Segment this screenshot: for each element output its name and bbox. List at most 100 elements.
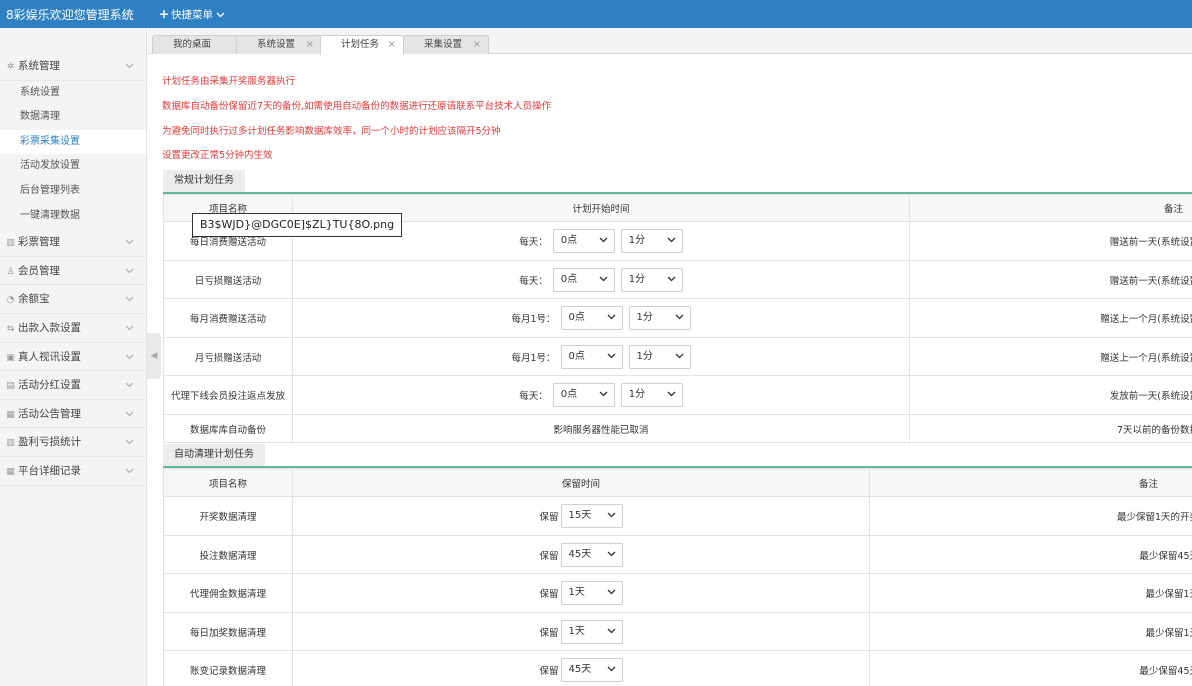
chevron-down-icon	[607, 307, 616, 329]
table-row: 每月消费赠送活动 每月1号： 0点 1分 赠送上一个月(系统设置	[163, 298, 1192, 338]
tab-label: 系统设置	[257, 39, 296, 50]
retention-select[interactable]: 45天	[560, 542, 623, 567]
tab-collect-settings[interactable]: 采集设置 ×	[403, 35, 489, 54]
minute-select[interactable]: 1分	[620, 383, 683, 407]
sidebar-group-label: 彩票管理	[18, 236, 60, 249]
task-note: 最少保留1天的开奖	[869, 496, 1192, 536]
sidebar-group-announcements[interactable]: ▦ 活动公告管理	[0, 400, 146, 429]
chevron-down-icon	[599, 230, 608, 252]
tab-scheduled-tasks[interactable]: 计划任务 ×	[320, 35, 404, 55]
task-note: 最少保留45天	[869, 650, 1192, 686]
hour-select[interactable]: 0点	[552, 383, 615, 407]
chevron-down-icon	[125, 343, 134, 372]
chevron-down-icon	[675, 346, 684, 368]
notice-text: 为避免同时执行过多计划任务影响数据库效率，同一个小时的计划应该隔开5分钟	[162, 126, 501, 137]
close-icon[interactable]: ×	[306, 36, 314, 54]
sidebar-item-data-clean[interactable]: 数据清理	[0, 105, 146, 130]
table-row: 日亏损赠送活动 每天： 0点 1分 赠送前一天(系统设置	[163, 260, 1192, 299]
minute-select[interactable]: 1分	[620, 229, 683, 253]
hour-select-value: 0点	[560, 273, 578, 285]
chevron-down-icon	[607, 659, 616, 681]
notice-icon: ▦	[6, 409, 15, 420]
chevron-down-icon	[125, 285, 134, 314]
retention-select[interactable]: 15天	[560, 504, 623, 528]
minute-select[interactable]: 1分	[620, 267, 683, 292]
user-icon: ♙	[6, 266, 15, 277]
tab-system-settings[interactable]: 系统设置 ×	[236, 35, 322, 54]
table-row: 月亏损赠送活动 每月1号： 0点 1分 赠送上一个月(系统设置	[163, 337, 1192, 376]
task-note: 7天以前的备份数据	[909, 414, 1192, 443]
keep-label: 保留	[539, 627, 559, 639]
keep-label: 保留	[539, 666, 559, 677]
task-note: 赠送前一天(系统设置	[909, 221, 1192, 261]
task-name: 日亏损赠送活动	[163, 260, 293, 299]
table-row: 每日加奖数据清理 保留 1天 最少保留1天	[163, 612, 1192, 651]
sidebar-group-lottery[interactable]: ▥ 彩票管理	[0, 228, 146, 257]
task-note: 发放前一天(系统设置	[909, 375, 1192, 415]
chevron-down-icon	[675, 307, 684, 329]
retention-select[interactable]: 1天	[560, 581, 623, 605]
sidebar-group-platform-records[interactable]: ▦ 平台详细记录	[0, 457, 146, 486]
chevron-down-icon	[607, 621, 616, 643]
minute-select[interactable]: 1分	[628, 306, 691, 330]
quick-menu-label: 快捷菜单	[171, 9, 214, 21]
stats-icon: ▥	[6, 438, 15, 449]
retention-select[interactable]: 45天	[560, 658, 623, 682]
video-icon: ▣	[6, 352, 15, 363]
schedule-prefix: 每天：	[519, 275, 548, 287]
sidebar-group-activity-dividend[interactable]: ▤ 活动分红设置	[0, 371, 146, 400]
task-note: 赠送上一个月(系统设置	[909, 337, 1192, 376]
schedule-prefix: 每月1号：	[511, 352, 556, 364]
hour-select[interactable]: 0点	[552, 229, 615, 253]
retention-select[interactable]: 1天	[560, 619, 623, 644]
notice-text: 设置更改正常5分钟内生效	[162, 150, 273, 161]
task-note: 赠送前一天(系统设置	[909, 260, 1192, 299]
sidebar-group-label: 活动分红设置	[18, 379, 81, 392]
hour-select[interactable]: 0点	[560, 344, 623, 369]
table-row: 开奖数据清理 保留 15天 最少保留1天的开奖	[163, 496, 1192, 536]
keep-label: 保留	[539, 512, 559, 523]
task-name: 数据库库自动备份	[163, 414, 293, 443]
table-row: 代理佣金数据清理 保留 1天 最少保留1天	[163, 573, 1192, 613]
sidebar-group-profit-loss[interactable]: ▥ 盈利亏损统计	[0, 428, 146, 457]
close-icon[interactable]: ×	[473, 36, 481, 54]
chevron-down-icon	[667, 384, 676, 406]
sidebar-group-deposit-withdraw[interactable]: ⇆ 出款入款设置	[0, 314, 146, 343]
hour-select[interactable]: 0点	[552, 267, 615, 292]
tab-label: 采集设置	[424, 39, 463, 50]
chevron-left-icon: ◀	[150, 351, 158, 361]
sidebar-item-lottery-collect[interactable]: 彩票采集设置	[0, 129, 146, 155]
chevron-down-icon	[607, 505, 616, 527]
close-icon[interactable]: ×	[388, 36, 396, 54]
sidebar-group-label: 系统管理	[18, 60, 60, 72]
backup-status: 影响服务器性能已取消	[292, 414, 910, 443]
task-name: 每月消费赠送活动	[163, 298, 293, 338]
tab-bar: 我的桌面 系统设置 × 计划任务 × 采集设置 ×	[148, 28, 1192, 55]
sidebar-group-system[interactable]: ✲ 系统管理	[0, 52, 146, 81]
column-header: 项目名称	[163, 468, 293, 497]
chevron-down-icon	[125, 400, 134, 429]
sidebar-item-admin-list[interactable]: 后台管理列表	[0, 179, 146, 204]
table-row: 投注数据清理 保留 45天 最少保留45天	[163, 535, 1192, 574]
section-title-regular: 常规计划任务	[163, 170, 245, 192]
gift-icon: ▤	[6, 381, 15, 392]
minute-select-value: 1分	[628, 389, 646, 400]
task-name: 投注数据清理	[163, 535, 293, 574]
hour-select[interactable]: 0点	[560, 306, 623, 330]
sidebar-group-members[interactable]: ♙ 会员管理	[0, 257, 146, 286]
sidebar-item-system-settings[interactable]: 系统设置	[0, 81, 146, 106]
sidebar-group-label: 真人视讯设置	[18, 350, 81, 363]
sidebar-item-activity-payout[interactable]: 活动发放设置	[0, 154, 146, 179]
sidebar-item-one-click-clean[interactable]: 一键清理数据	[0, 204, 146, 229]
sidebar-group-balance[interactable]: ◔ 余额宝	[0, 285, 146, 314]
tab-desktop[interactable]: 我的桌面	[152, 35, 238, 54]
schedule-prefix: 每天：	[519, 391, 548, 402]
quick-menu-button[interactable]: + 快捷菜单	[159, 7, 225, 22]
sidebar-collapse-handle[interactable]: ◀	[147, 333, 161, 379]
top-bar: 8彩娱乐欢迎您管理系统 + 快捷菜单	[0, 0, 1192, 28]
sidebar-group-live-video[interactable]: ▣ 真人视讯设置	[0, 343, 146, 372]
minute-select[interactable]: 1分	[628, 344, 691, 369]
task-name: 月亏损赠送活动	[163, 337, 293, 376]
schedule-prefix: 每月1号：	[511, 314, 556, 325]
chevron-down-icon	[667, 230, 676, 252]
